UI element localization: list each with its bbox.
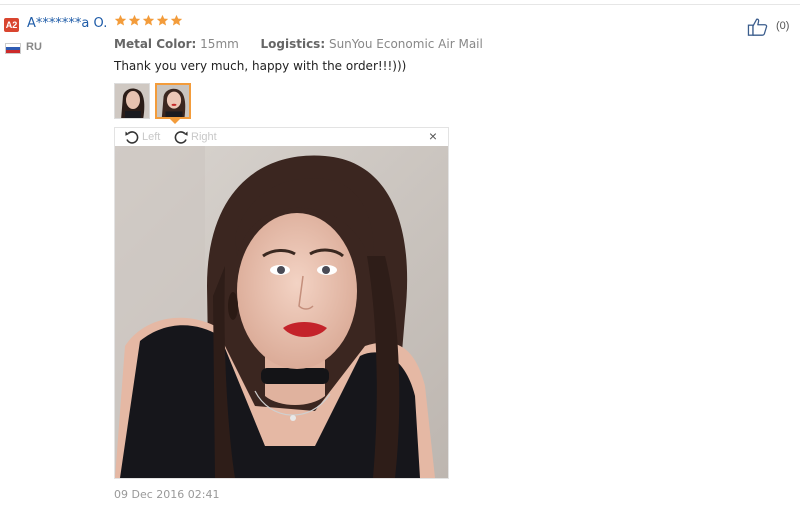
rotate-right-icon	[174, 131, 188, 144]
selected-thumbnail-pointer	[170, 119, 180, 124]
rotate-right-label: Right	[191, 131, 217, 143]
star-icon	[142, 14, 155, 26]
attr-key-metal-color: Metal Color:	[114, 37, 197, 51]
review-date: 09 Dec 2016 02:41	[114, 488, 220, 501]
user-level-badge: A2	[4, 18, 19, 32]
russia-flag-icon	[5, 43, 21, 54]
thumbs-up-icon[interactable]	[747, 17, 769, 37]
reviewer-country: RU	[26, 41, 42, 53]
close-icon[interactable]: ×	[427, 129, 439, 143]
attr-value-logistics: SunYou Economic Air Mail	[328, 37, 483, 51]
viewer-toolbar: Left Right ×	[115, 128, 448, 146]
star-rating	[114, 14, 183, 27]
order-attributes: Metal Color: 15mm Logistics: SunYou Econ…	[114, 37, 483, 51]
star-icon	[156, 14, 169, 26]
reviewer-name[interactable]: A*******a O.	[27, 16, 107, 31]
top-divider	[0, 4, 800, 5]
star-icon	[170, 14, 183, 26]
rotate-left-button[interactable]: Left	[124, 129, 160, 145]
photo-viewer: Left Right ×	[114, 127, 449, 479]
review-photo-thumbnail[interactable]	[114, 83, 150, 119]
star-icon	[128, 14, 141, 26]
attr-value-metal-color: 15mm	[200, 37, 239, 51]
review-photo-thumbnail-selected[interactable]	[155, 83, 191, 119]
rotate-left-label: Left	[142, 131, 161, 143]
rotate-right-button[interactable]: Right	[173, 129, 217, 145]
helpful-count: (0)	[776, 20, 790, 32]
star-icon	[114, 14, 127, 26]
attr-key-logistics: Logistics:	[260, 37, 326, 51]
review-text: Thank you very much, happy with the orde…	[114, 59, 407, 73]
review-photo-large	[115, 146, 448, 478]
rotate-left-icon	[125, 131, 139, 144]
